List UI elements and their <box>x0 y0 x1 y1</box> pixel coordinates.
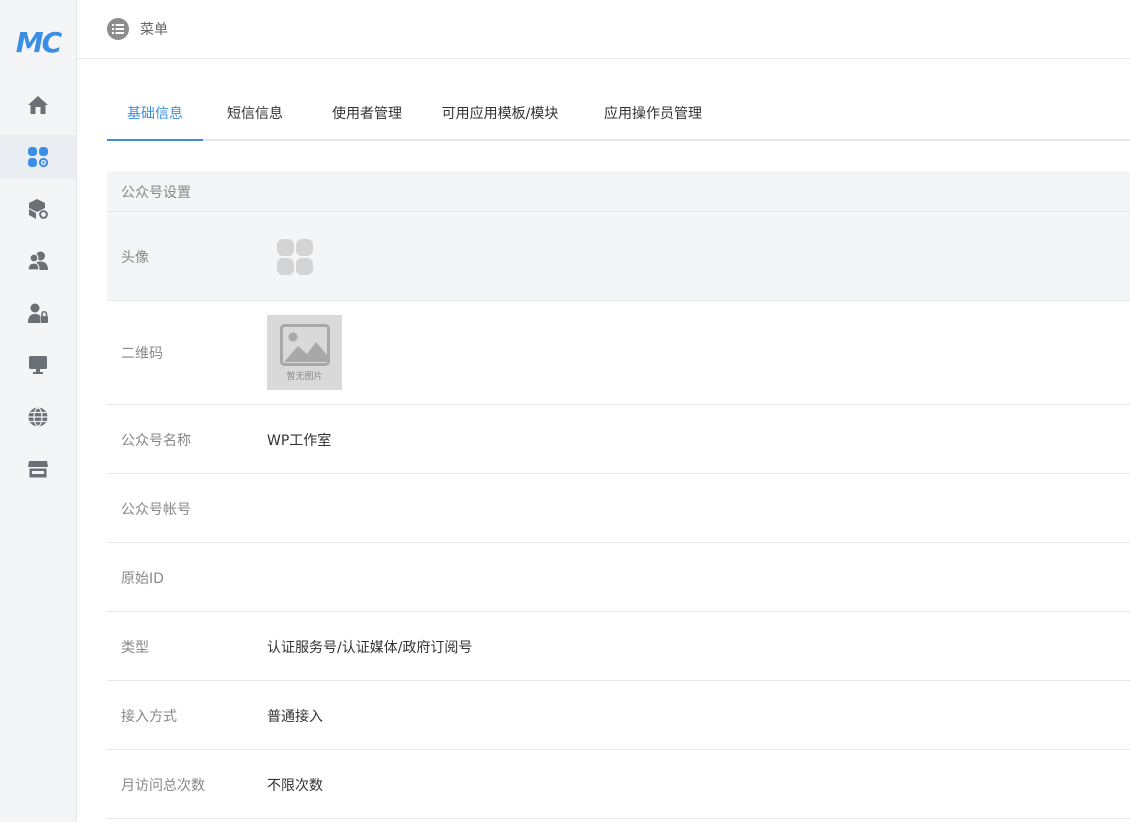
tab-user-management[interactable]: 使用者管理 <box>319 88 415 141</box>
original-id-label: 原始ID <box>121 571 164 587</box>
monthly-visits-value: 不限次数 <box>267 778 323 794</box>
account-id-label: 公众号帐号 <box>121 502 191 518</box>
sidebar-item-operators[interactable] <box>0 291 76 335</box>
monthly-visits-row: 月访问总次数 不限次数 <box>107 750 1130 819</box>
original-id-row: 原始ID <box>107 543 1130 612</box>
avatar-placeholder-icon <box>277 239 313 275</box>
globe-icon <box>28 407 48 427</box>
sidebar-item-sites[interactable] <box>0 395 76 439</box>
avatar-row: 头像 <box>107 212 1130 301</box>
sidebar-item-monitor[interactable] <box>0 343 76 387</box>
section-title: 公众号设置 <box>121 185 191 201</box>
menu-label: 菜单 <box>140 22 168 38</box>
qrcode-row: 二维码 暂无图片 <box>107 301 1130 405</box>
sidebar-item-app-settings[interactable] <box>0 135 76 179</box>
home-icon <box>28 96 48 114</box>
account-type-row: 类型 认证服务号/认证媒体/政府订阅号 <box>107 612 1130 681</box>
users-icon <box>27 251 48 271</box>
section-header: 公众号设置 <box>107 171 1130 212</box>
account-name-label: 公众号名称 <box>121 433 191 449</box>
account-name-value: WP工作室 <box>267 433 332 449</box>
qrcode-image-placeholder[interactable]: 暂无图片 <box>267 315 342 390</box>
store-icon <box>28 461 48 478</box>
box-settings-icon <box>29 199 48 219</box>
account-type-value: 认证服务号/认证媒体/政府订阅号 <box>267 640 473 656</box>
sidebar-item-store[interactable] <box>0 447 76 491</box>
app-logo[interactable]: MC <box>0 22 76 62</box>
image-placeholder-icon <box>279 323 330 366</box>
avatar[interactable] <box>267 229 323 285</box>
user-lock-icon <box>28 303 48 323</box>
access-method-value: 普通接入 <box>267 709 323 725</box>
tab-templates-modules[interactable]: 可用应用模板/模块 <box>433 88 567 141</box>
tab-sms-info[interactable]: 短信信息 <box>215 88 295 141</box>
sidebar-item-users[interactable] <box>0 239 76 283</box>
account-name-row: 公众号名称 WP工作室 <box>107 405 1130 474</box>
account-id-row: 公众号帐号 <box>107 474 1130 543</box>
logo-text: MC <box>15 25 62 59</box>
monthly-visits-label: 月访问总次数 <box>121 778 205 794</box>
no-image-text: 暂无图片 <box>286 371 323 382</box>
sidebar: MC <box>0 0 77 822</box>
tab-bar: 基础信息 短信信息 使用者管理 可用应用模板/模块 应用操作员管理 <box>107 88 1130 141</box>
sidebar-item-modules[interactable] <box>0 187 76 231</box>
access-method-label: 接入方式 <box>121 709 177 725</box>
tab-basic-info[interactable]: 基础信息 <box>107 88 203 141</box>
top-bar: 菜单 <box>77 0 1130 59</box>
sidebar-item-home[interactable] <box>0 83 76 127</box>
list-icon <box>107 18 129 40</box>
apps-settings-icon <box>28 147 49 168</box>
avatar-label: 头像 <box>121 250 149 266</box>
access-method-row: 接入方式 普通接入 <box>107 681 1130 750</box>
qrcode-label: 二维码 <box>121 346 163 362</box>
account-type-label: 类型 <box>121 640 149 656</box>
menu-button[interactable]: 菜单 <box>107 18 168 40</box>
monitor-icon <box>29 356 47 374</box>
tab-operator-management[interactable]: 应用操作员管理 <box>593 88 713 141</box>
